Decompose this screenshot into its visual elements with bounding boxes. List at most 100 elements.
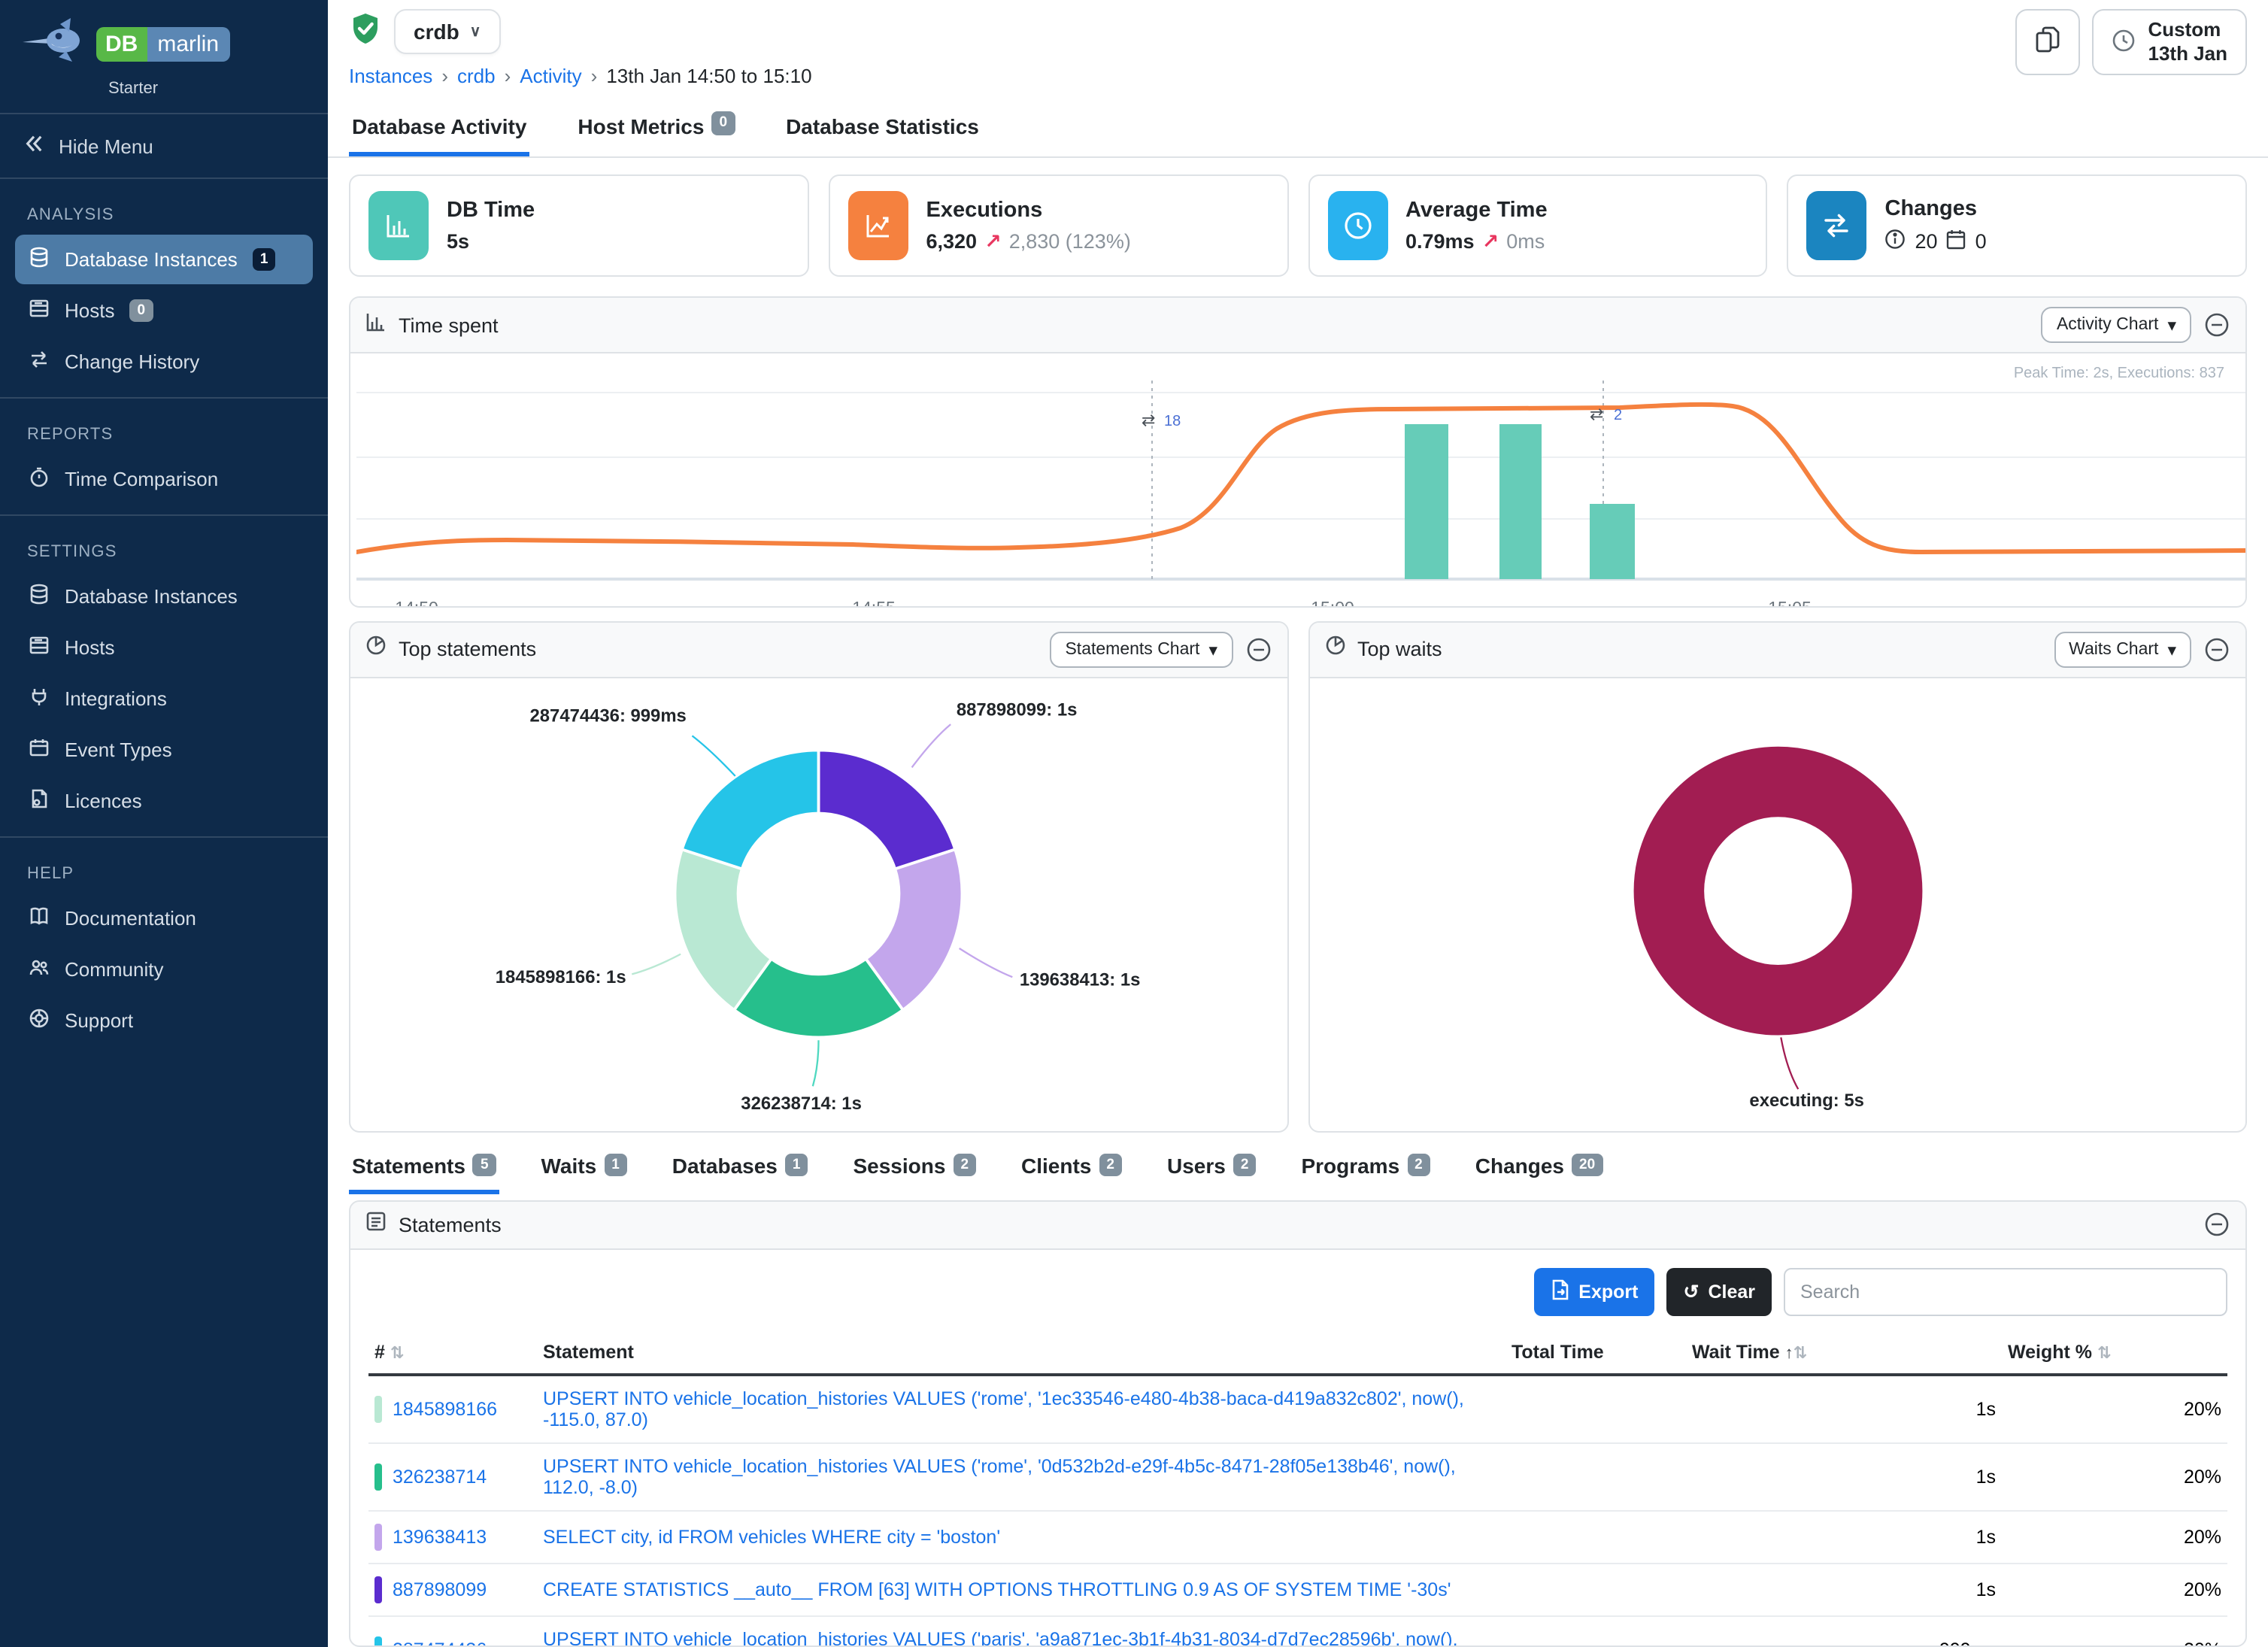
sidebar-item-licences[interactable]: Licences xyxy=(15,776,313,826)
change-annotation[interactable]: ⇄ 18 xyxy=(1142,411,1181,429)
chevron-down-icon: ∨ xyxy=(470,23,481,40)
trend-up-icon: ↗ xyxy=(984,229,1002,253)
tab-waits[interactable]: Waits 1 xyxy=(538,1150,630,1194)
clear-label: Clear xyxy=(1708,1281,1755,1302)
statements-chart-dropdown[interactable]: Statements Chart ▾ xyxy=(1050,631,1233,667)
weight-value: 20% xyxy=(2002,1563,2227,1615)
sidebar-item-label: Database Instances xyxy=(65,248,238,271)
wait-time-value: 1s xyxy=(1686,1510,2002,1563)
tab-databases[interactable]: Databases 1 xyxy=(669,1150,811,1194)
section-title: REPORTS xyxy=(15,414,313,453)
tab-database-activity[interactable]: Database Activity xyxy=(349,102,529,156)
statement-sql-link[interactable]: SELECT city, id FROM vehicles WHERE city… xyxy=(543,1526,1000,1547)
count-badge: 1 xyxy=(253,248,276,271)
sort-icon[interactable]: ⇅ xyxy=(1793,1344,1807,1362)
time-range-button[interactable]: Custom 13th Jan xyxy=(2093,9,2248,75)
sidebar-item-settings-hosts[interactable]: Hosts xyxy=(15,623,313,672)
collapse-panel-icon[interactable] xyxy=(2203,1211,2230,1238)
statement-id-link[interactable]: 139638413 xyxy=(393,1526,487,1547)
breadcrumb-instances[interactable]: Instances xyxy=(349,65,432,87)
tab-statements[interactable]: Statements 5 xyxy=(349,1150,499,1194)
export-button[interactable]: Export xyxy=(1533,1267,1654,1315)
section-title: SETTINGS xyxy=(15,531,313,570)
collapse-panel-icon[interactable] xyxy=(2203,311,2230,338)
count-badge: 0 xyxy=(129,299,153,323)
export-label: Export xyxy=(1578,1281,1638,1302)
dropdown-label: Statements Chart xyxy=(1065,640,1199,658)
panel-title: Time spent xyxy=(399,314,499,336)
column-header-weight[interactable]: Weight % ⇅ xyxy=(2002,1330,2227,1374)
sort-asc-icon[interactable]: ↑ xyxy=(1785,1344,1793,1362)
hide-menu-button[interactable]: Hide Menu xyxy=(0,114,328,179)
statement-id-link[interactable]: 287474436 xyxy=(393,1639,487,1647)
section-title: ANALYSIS xyxy=(15,194,313,233)
sidebar-item-event-types[interactable]: Event Types xyxy=(15,725,313,775)
statement-sql-link[interactable]: UPSERT INTO vehicle_location_histories V… xyxy=(543,1388,1464,1430)
pie-chart-icon xyxy=(1324,635,1345,663)
sort-icon[interactable]: ⇅ xyxy=(2097,1344,2111,1362)
licence-document-icon xyxy=(29,788,50,814)
statement-sql-link[interactable]: UPSERT INTO vehicle_location_histories V… xyxy=(543,1455,1456,1497)
clear-button[interactable]: ↺ Clear xyxy=(1666,1267,1772,1315)
instance-selector[interactable]: crdb ∨ xyxy=(394,9,500,54)
weight-value: 20% xyxy=(2002,1374,2227,1442)
statement-sql-link[interactable]: UPSERT INTO vehicle_location_histories V… xyxy=(543,1628,1458,1647)
brand-wordmark: DB marlin xyxy=(96,27,229,62)
breadcrumb-activity[interactable]: Activity xyxy=(520,65,581,87)
search-input[interactable] xyxy=(1784,1267,2227,1315)
brand-marlin: marlin xyxy=(147,27,229,62)
edition-label: Starter xyxy=(108,80,307,98)
sidebar-item-database-instances[interactable]: Database Instances 1 xyxy=(15,235,313,284)
column-header-total-time[interactable]: Total Time xyxy=(1505,1330,1686,1374)
database-icon xyxy=(29,584,50,609)
copy-link-button[interactable] xyxy=(2016,9,2081,75)
tab-label: Sessions xyxy=(853,1153,945,1177)
tab-users[interactable]: Users 2 xyxy=(1164,1150,1259,1194)
line-chart-icon xyxy=(848,191,908,260)
sidebar-item-change-history[interactable]: Change History xyxy=(15,337,313,387)
tab-sessions[interactable]: Sessions 2 xyxy=(850,1150,979,1194)
sidebar-item-hosts[interactable]: Hosts 0 xyxy=(15,286,313,335)
sidebar-item-integrations[interactable]: Integrations xyxy=(15,674,313,723)
donut-slice[interactable] xyxy=(1668,781,1886,999)
donut-slice[interactable] xyxy=(682,750,819,869)
clock-icon xyxy=(2112,28,2136,56)
activity-chart-dropdown[interactable]: Activity Chart ▾ xyxy=(2042,307,2191,343)
statement-id-link[interactable]: 887898099 xyxy=(393,1579,487,1600)
brand-logo: DB marlin Starter xyxy=(0,0,328,114)
collapse-panel-icon[interactable] xyxy=(1245,635,1272,663)
kpi-event-count: 0 xyxy=(1975,230,1987,253)
tab-database-statistics[interactable]: Database Statistics xyxy=(783,102,982,156)
donut-slice[interactable] xyxy=(819,750,956,869)
column-header-statement[interactable]: Statement xyxy=(537,1330,1505,1374)
series-color-swatch xyxy=(374,1523,382,1550)
tab-badge: 0 xyxy=(711,111,735,135)
panel-title: Top statements xyxy=(399,638,536,660)
sort-icon[interactable]: ⇅ xyxy=(390,1344,404,1362)
time-range-mode: Custom xyxy=(2148,18,2221,41)
statement-sql-link[interactable]: CREATE STATISTICS __auto__ FROM [63] WIT… xyxy=(543,1579,1451,1600)
sidebar-item-documentation[interactable]: Documentation xyxy=(15,893,313,943)
column-header-id[interactable]: # ⇅ xyxy=(368,1330,537,1374)
tab-host-metrics[interactable]: Host Metrics 0 xyxy=(575,102,738,156)
peak-note: Peak Time: 2s, Executions: 837 xyxy=(2014,365,2224,382)
marlin-fish-icon xyxy=(21,15,87,74)
tab-changes[interactable]: Changes 20 xyxy=(1472,1150,1605,1194)
sidebar-item-support[interactable]: Support xyxy=(15,996,313,1045)
sidebar-item-settings-database-instances[interactable]: Database Instances xyxy=(15,572,313,621)
statement-id-link[interactable]: 1845898166 xyxy=(393,1398,497,1419)
waits-donut-chart[interactable]: executing: 5s xyxy=(1309,678,2245,1123)
column-header-wait-time[interactable]: Wait Time ↑⇅ xyxy=(1686,1330,2002,1374)
statements-donut-chart[interactable]: 287474436: 999ms 887898099: 1s 184589816… xyxy=(350,678,1287,1123)
tab-programs[interactable]: Programs 2 xyxy=(1298,1150,1433,1194)
sidebar-item-time-comparison[interactable]: Time Comparison xyxy=(15,454,313,504)
tab-clients[interactable]: Clients 2 xyxy=(1018,1150,1125,1194)
kpi-value: 5s xyxy=(447,230,469,253)
waits-chart-dropdown[interactable]: Waits Chart ▾ xyxy=(2054,631,2191,667)
collapse-panel-icon[interactable] xyxy=(2203,635,2230,663)
time-spent-chart[interactable]: Peak Time: 2s, Executions: 837 xyxy=(350,353,2245,607)
statement-id-link[interactable]: 326238714 xyxy=(393,1466,487,1487)
breadcrumb-crdb[interactable]: crdb xyxy=(457,65,496,87)
series-color-swatch xyxy=(374,1395,382,1422)
sidebar-item-community[interactable]: Community xyxy=(15,945,313,994)
